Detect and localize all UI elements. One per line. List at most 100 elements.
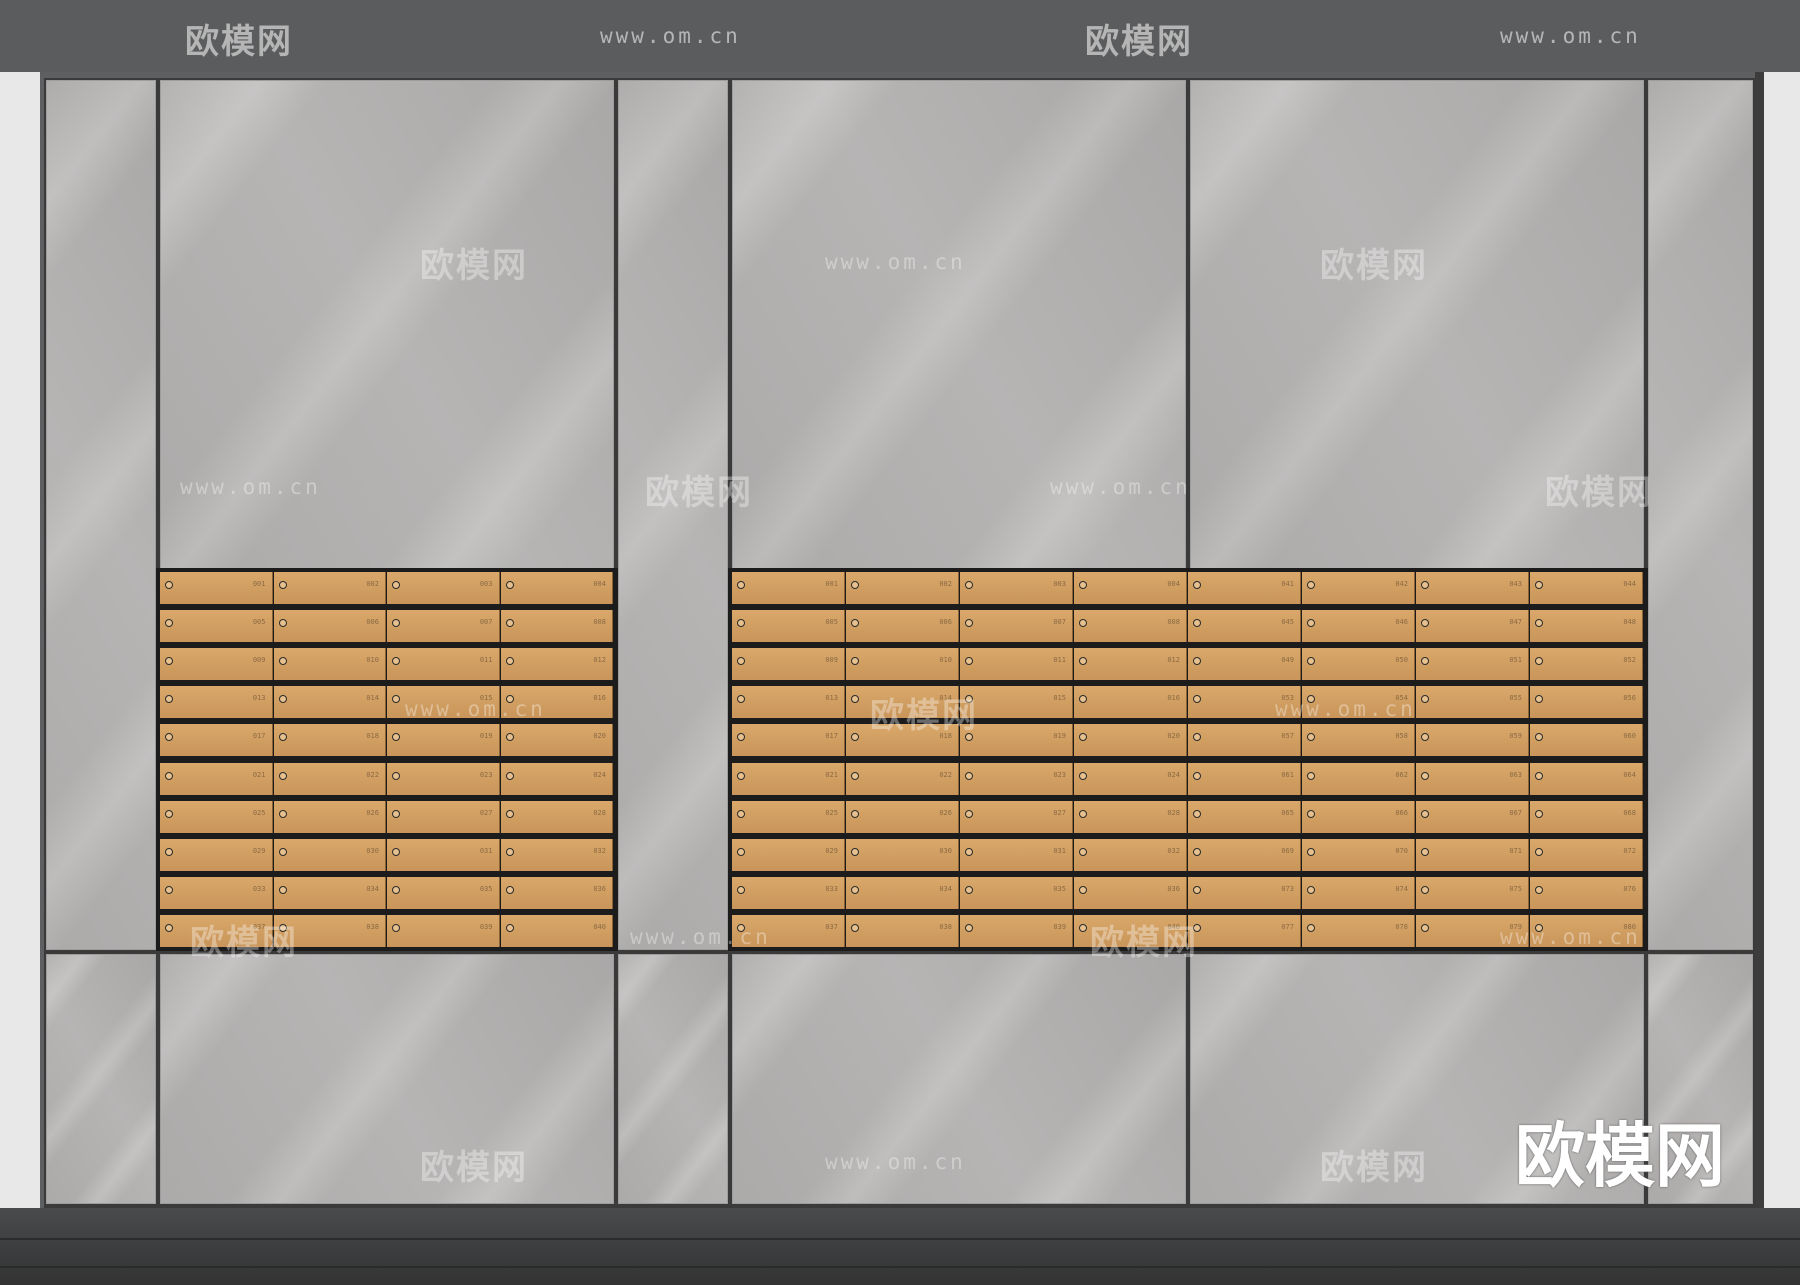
mailbox-door: 060 <box>1530 724 1643 757</box>
mailbox-number: 030 <box>939 846 952 855</box>
mailbox-number: 019 <box>1053 732 1066 741</box>
mailbox-door: 016 <box>1074 686 1187 719</box>
mailbox-door: 004 <box>1074 572 1187 605</box>
left-side-wall <box>0 72 40 1212</box>
mailbox-number: 010 <box>939 656 952 665</box>
mailbox-number: 033 <box>825 884 838 893</box>
lock-icon <box>965 771 973 780</box>
lock-icon <box>392 581 400 589</box>
marble-panel <box>46 954 156 1204</box>
mailbox-door: 009 <box>160 648 273 681</box>
mailbox-number: 036 <box>1167 884 1180 893</box>
mailbox-door: 074 <box>1302 876 1415 909</box>
lock-icon <box>392 657 400 666</box>
mailbox-number: 073 <box>1281 884 1294 893</box>
mailbox-number: 016 <box>1167 694 1180 703</box>
mailbox-door: 034 <box>846 876 959 909</box>
mailbox-number: 046 <box>1395 618 1408 627</box>
mailbox-door: 026 <box>273 800 386 833</box>
mailbox-number: 019 <box>479 732 493 741</box>
mailbox-number: 007 <box>1053 618 1066 627</box>
lock-icon <box>1307 885 1315 894</box>
mailbox-number: 069 <box>1281 846 1294 855</box>
mailbox-door: 013 <box>732 686 845 719</box>
mailbox-door: 032 <box>1074 838 1187 871</box>
lock-icon <box>1193 619 1201 628</box>
watermark-url: www.om.cn <box>600 24 741 48</box>
mailbox-number: 008 <box>593 618 606 627</box>
lock-icon <box>392 771 400 780</box>
mailbox-number: 041 <box>1281 580 1294 588</box>
mailbox-door: 019 <box>387 724 500 757</box>
lock-icon <box>965 885 973 894</box>
mailbox-number: 034 <box>366 884 379 893</box>
mailbox-number: 065 <box>1281 808 1294 817</box>
lock-icon <box>392 733 400 742</box>
lock-icon <box>851 771 859 780</box>
lock-icon <box>851 619 859 628</box>
mailbox-door: 025 <box>160 800 273 833</box>
watermark-logo: 欧模网 <box>1090 923 1198 963</box>
mailbox-door: 041 <box>1188 572 1301 605</box>
watermark-url: www.om.cn <box>825 1150 966 1174</box>
lock-icon <box>737 657 745 666</box>
watermark-logo: 欧模网 <box>870 696 978 736</box>
mailbox-door: 017 <box>732 724 845 757</box>
lock-icon <box>965 619 973 628</box>
mailbox-number: 025 <box>252 808 266 817</box>
mailbox-number: 047 <box>1509 618 1522 627</box>
mailbox-door: 024 <box>1074 762 1187 795</box>
mailbox-number: 015 <box>1053 694 1066 703</box>
lock-icon <box>851 695 859 704</box>
mailbox-number: 064 <box>1623 770 1636 779</box>
mailbox-door: 028 <box>1074 800 1187 833</box>
lock-icon <box>1079 847 1087 856</box>
mailbox-door: 051 <box>1416 648 1529 681</box>
lock-icon <box>1307 923 1315 932</box>
lock-icon <box>1193 809 1201 818</box>
lock-icon <box>278 581 287 589</box>
mailbox-number: 040 <box>593 922 606 931</box>
mailbox-number: 076 <box>1623 884 1636 893</box>
mailbox-number: 051 <box>1509 656 1522 665</box>
lock-icon <box>1193 657 1201 666</box>
lock-icon <box>737 733 745 742</box>
lock-icon <box>392 619 400 628</box>
mailbox-door: 009 <box>732 648 845 681</box>
lock-icon <box>1079 885 1087 894</box>
lock-icon <box>1193 695 1201 704</box>
mailbox-door: 035 <box>387 876 500 909</box>
mailbox-number: 022 <box>366 770 379 779</box>
lock-icon <box>1421 695 1429 704</box>
lock-icon <box>278 771 287 780</box>
lock-icon <box>737 619 745 628</box>
mailbox-number: 018 <box>366 732 379 741</box>
mailbox-number: 027 <box>479 808 493 817</box>
mailbox-door: 033 <box>732 876 845 909</box>
lock-icon <box>737 809 745 818</box>
mailbox-door: 012 <box>1074 648 1187 681</box>
mailbox-door: 056 <box>1530 686 1643 719</box>
mailbox-number: 005 <box>825 618 838 627</box>
mailbox-number: 011 <box>479 656 493 665</box>
watermark-url: www.om.cn <box>1500 925 1641 949</box>
marble-panel <box>160 954 614 1204</box>
mailbox-door: 057 <box>1188 724 1301 757</box>
mailbox-number: 028 <box>593 808 606 817</box>
mailbox-number: 049 <box>1281 656 1294 665</box>
mailbox-number: 029 <box>825 846 838 855</box>
lock-icon <box>1079 619 1087 628</box>
lock-icon <box>965 847 973 856</box>
mailbox-door: 036 <box>500 876 613 909</box>
mailbox-number: 028 <box>1167 808 1180 817</box>
mailbox-number: 026 <box>366 808 379 817</box>
mailbox-door: 020 <box>500 724 613 757</box>
mailbox-door: 008 <box>1074 610 1187 643</box>
mailbox-door: 077 <box>1188 914 1301 947</box>
mailbox-door: 071 <box>1416 838 1529 871</box>
mailbox-number: 063 <box>1509 770 1522 779</box>
mailbox-door: 020 <box>1074 724 1187 757</box>
mailbox-door: 072 <box>1530 838 1643 871</box>
watermark-url: www.om.cn <box>630 925 771 949</box>
mailbox-number: 017 <box>825 732 838 741</box>
